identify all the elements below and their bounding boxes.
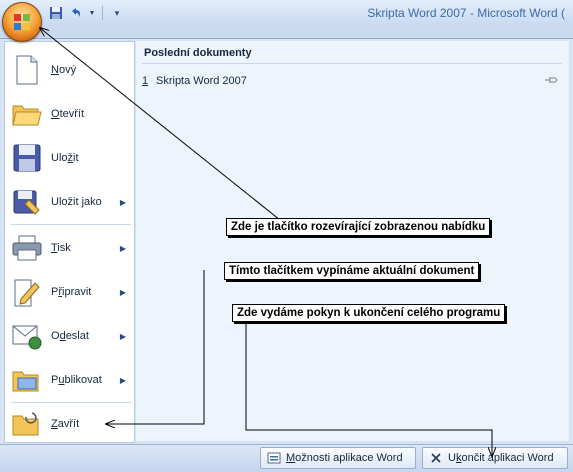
submenu-arrow-icon: ▶ bbox=[119, 331, 126, 341]
annotation-close-document: Tímto tlačítkem vypínáme aktuální dokume… bbox=[224, 262, 480, 280]
pin-icon[interactable] bbox=[544, 75, 558, 85]
recent-document-number: 1 bbox=[142, 75, 149, 87]
recent-document-item[interactable]: 1 Skripta Word 2007 bbox=[142, 73, 562, 89]
toolbar-separator bbox=[102, 6, 103, 20]
save-disk-icon bbox=[11, 142, 43, 174]
office-menu: Nový Otevřít Uložit Uložit jako ▶ Tisk ▶… bbox=[0, 38, 573, 445]
undo-icon[interactable] bbox=[68, 5, 84, 21]
exit-word-button[interactable]: Ukončit aplikaci Word bbox=[422, 447, 568, 469]
recent-divider bbox=[142, 63, 562, 64]
submenu-arrow-icon: ▶ bbox=[119, 287, 126, 297]
menu-item-send[interactable]: Odeslat ▶ bbox=[5, 314, 134, 358]
menu-item-label: Uložit jako bbox=[51, 196, 102, 208]
open-folder-icon bbox=[11, 98, 43, 130]
menu-item-close[interactable]: Zavřít bbox=[5, 402, 134, 446]
menu-item-save[interactable]: Uložit bbox=[5, 136, 134, 180]
menu-item-label: Otevřít bbox=[51, 108, 85, 120]
publish-folder-icon bbox=[11, 364, 43, 396]
menu-item-label: Uložit bbox=[51, 152, 79, 164]
submenu-arrow-icon: ▶ bbox=[119, 243, 126, 253]
menu-divider bbox=[11, 224, 131, 225]
quick-access-toolbar: ▼ ▾ bbox=[48, 4, 125, 22]
menu-item-publish[interactable]: Publikovat ▶ bbox=[5, 358, 134, 402]
recent-documents-pane: Poslední dokumenty 1 Skripta Word 2007 bbox=[136, 41, 569, 441]
menu-item-new[interactable]: Nový bbox=[5, 48, 134, 92]
word-options-button[interactable]: Možnosti aplikace Word bbox=[260, 447, 416, 469]
recent-documents-title: Poslední dokumenty bbox=[144, 47, 252, 59]
prepare-pencil-icon bbox=[11, 276, 43, 308]
title-bar: ▼ ▾ Skripta Word 2007 - Microsoft Word ( bbox=[0, 0, 573, 26]
office-button[interactable] bbox=[2, 2, 42, 42]
submenu-arrow-icon: ▶ bbox=[119, 197, 126, 207]
menu-command-list: Nový Otevřít Uložit Uložit jako ▶ Tisk ▶… bbox=[4, 41, 135, 443]
send-mail-icon bbox=[11, 320, 43, 352]
undo-dropdown-icon[interactable]: ▼ bbox=[88, 5, 96, 21]
window-title: Skripta Word 2007 - Microsoft Word ( bbox=[367, 6, 565, 20]
close-x-icon bbox=[429, 451, 443, 465]
close-folder-icon bbox=[11, 408, 43, 440]
menu-item-label: Odeslat bbox=[51, 330, 89, 342]
submenu-arrow-icon: ▶ bbox=[119, 375, 126, 385]
menu-item-prepare[interactable]: Připravit ▶ bbox=[5, 270, 134, 314]
menu-item-label: Nový bbox=[51, 64, 77, 76]
exit-word-label: Ukončit aplikaci Word bbox=[448, 452, 554, 464]
save-icon[interactable] bbox=[48, 5, 64, 21]
annotation-orb-button: Zde je tlačítko rozevírající zobrazenou … bbox=[226, 218, 491, 236]
new-document-icon bbox=[11, 54, 43, 86]
annotation-exit-program: Zde vydáme pokyn k ukončení celého progr… bbox=[232, 304, 506, 322]
menu-item-label: Tisk bbox=[51, 242, 71, 254]
save-as-icon bbox=[11, 186, 43, 218]
menu-item-label: Publikovat bbox=[51, 374, 102, 386]
menu-item-open[interactable]: Otevřít bbox=[5, 92, 134, 136]
office-logo-icon bbox=[14, 14, 30, 30]
customize-toolbar-icon[interactable]: ▾ bbox=[109, 5, 125, 21]
word-options-label: Možnosti aplikace Word bbox=[286, 452, 403, 464]
options-icon bbox=[267, 451, 281, 465]
menu-bottom-bar: Možnosti aplikace Word Ukončit aplikaci … bbox=[0, 444, 573, 472]
menu-item-label: Zavřít bbox=[51, 418, 80, 430]
menu-item-save-as[interactable]: Uložit jako ▶ bbox=[5, 180, 134, 224]
recent-document-name: Skripta Word 2007 bbox=[156, 75, 247, 87]
menu-item-print[interactable]: Tisk ▶ bbox=[5, 226, 134, 270]
printer-icon bbox=[11, 232, 43, 264]
menu-item-label: Připravit bbox=[51, 286, 92, 298]
